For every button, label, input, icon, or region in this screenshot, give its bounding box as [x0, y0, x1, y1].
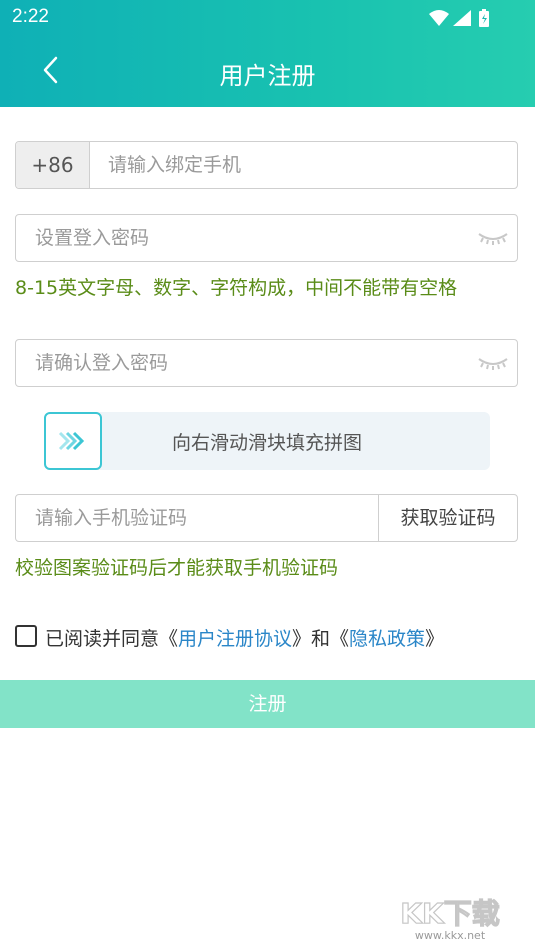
password-hint: 8-15英文字母、数字、字符构成，中间不能带有空格 — [15, 277, 458, 299]
eye-closed-icon[interactable] — [477, 354, 509, 372]
terms-link[interactable]: 用户注册协议 — [178, 628, 292, 650]
confirm-password-field — [15, 339, 518, 387]
watermark-logo: KK下载 www.kkx.net — [400, 896, 501, 942]
agreement-suffix: 》 — [425, 628, 445, 650]
agreement-row: 已阅读并同意《用户注册协议》和《隐私政策》 — [15, 624, 515, 654]
wifi-icon — [429, 10, 449, 26]
get-code-button[interactable]: 获取验证码 — [378, 494, 518, 542]
double-chevron-right-icon — [58, 431, 85, 451]
agreement-prefix: 已阅读并同意《 — [45, 628, 179, 650]
status-time: 2:22 — [12, 6, 49, 27]
slider-captcha: 向右滑动滑块填充拼图 — [44, 412, 490, 470]
country-code[interactable]: +86 — [16, 142, 90, 188]
sms-code-field — [15, 494, 379, 542]
sms-code-input[interactable] — [35, 495, 365, 541]
agreement-checkbox[interactable] — [15, 625, 37, 647]
agreement-text: 已阅读并同意《用户注册协议》和《隐私政策》 — [45, 624, 444, 651]
phone-input[interactable] — [108, 142, 508, 188]
slider-label: 向右滑动滑块填充拼图 — [171, 432, 362, 454]
register-button[interactable]: 注册 — [0, 680, 535, 728]
eye-closed-icon[interactable] — [477, 229, 509, 247]
status-bar: 2:22 — [0, 0, 535, 36]
password-input[interactable] — [35, 215, 475, 261]
phone-field: +86 — [15, 141, 518, 189]
privacy-link[interactable]: 隐私政策 — [349, 628, 425, 650]
svg-text:www.kkx.net: www.kkx.net — [415, 929, 486, 942]
sms-hint: 校验图案验证码后才能获取手机验证码 — [15, 557, 339, 579]
signal-icon — [453, 10, 471, 26]
status-icons — [429, 9, 489, 27]
page-title: 用户注册 — [219, 62, 316, 90]
agreement-middle: 》和《 — [292, 628, 350, 650]
slider-handle[interactable] — [44, 412, 102, 470]
confirm-password-input[interactable] — [35, 340, 475, 386]
header-bar: 2:22 用户注册 — [0, 0, 535, 107]
password-field — [15, 214, 518, 262]
svg-text:KK下载: KK下载 — [400, 897, 499, 930]
